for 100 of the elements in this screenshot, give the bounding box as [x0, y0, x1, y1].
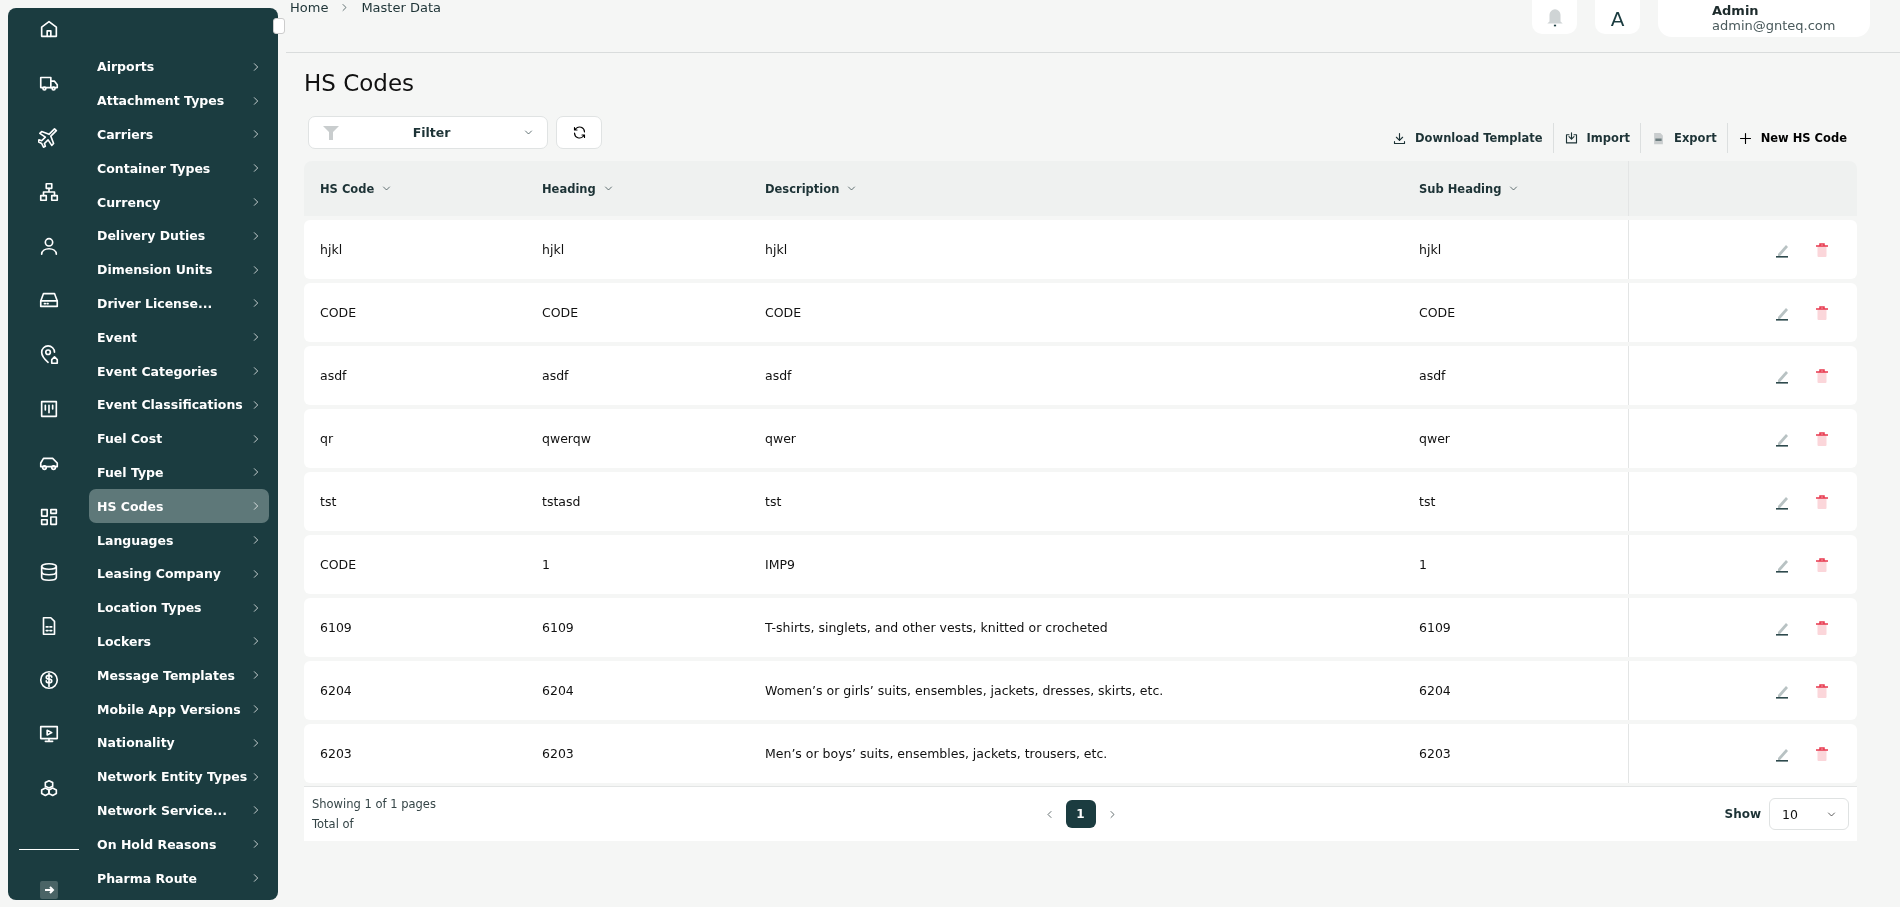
- column-header[interactable]: Description: [765, 181, 1419, 196]
- total-count: Total of: [312, 817, 355, 831]
- delete-button[interactable]: [1813, 618, 1831, 637]
- table-cell-text: Women’s or girls’ suits, ensembles, jackets, dresses, skirts, etc.: [765, 683, 1165, 698]
- table-cell-text: 6203: [1419, 746, 1452, 761]
- table-cell-text: hjkl: [542, 242, 566, 257]
- table-cell-text: 6109: [542, 620, 575, 635]
- chevron-right-icon: [251, 771, 261, 782]
- table-cell-text: asdf: [320, 368, 348, 383]
- sidebar-item[interactable]: Network Service...: [89, 793, 269, 828]
- sidebar-item[interactable]: Pharma Route: [89, 861, 269, 895]
- logout-icon[interactable]: [38, 880, 59, 900]
- sidebar-item[interactable]: Nationality: [89, 725, 269, 760]
- sidebar-item[interactable]: Event Classifications: [89, 387, 269, 422]
- page-button[interactable]: 1: [1065, 800, 1096, 828]
- table-cell-text: 6109: [1419, 620, 1452, 635]
- delete-button[interactable]: [1813, 744, 1831, 763]
- table-cell-text: Men’s or boys’ suits, ensembles, jackets, trousers, etc.: [765, 746, 1109, 761]
- chevron-right-icon: [251, 805, 261, 816]
- column-header[interactable]: Heading: [542, 181, 765, 196]
- chevron-right-icon: [251, 467, 261, 478]
- delete-button[interactable]: [1813, 303, 1831, 322]
- chevron-right-icon: [251, 230, 261, 241]
- chevron-right-icon: [251, 568, 261, 579]
- sidebar-item[interactable]: Message Templates: [89, 658, 269, 693]
- breadcrumb-link[interactable]: Home: [290, 0, 329, 15]
- sidebar-item[interactable]: Event: [89, 320, 269, 355]
- delete-button[interactable]: [1813, 429, 1831, 448]
- table-cell-text: 6203: [320, 746, 353, 761]
- language-button[interactable]: A: [1595, 0, 1640, 34]
- sidebar-item[interactable]: Event Categories: [89, 354, 269, 388]
- airplane-icon[interactable]: [37, 126, 60, 149]
- filter-dropdown[interactable]: Filter: [308, 116, 548, 149]
- chevron-right-icon: [251, 366, 261, 377]
- page-size-label: Show: [1724, 807, 1761, 821]
- table-cell-text: CODE: [542, 305, 580, 320]
- sidebar-item[interactable]: Lockers: [89, 624, 269, 659]
- chevron-down-icon: [1827, 809, 1836, 819]
- table-cell-text: qr: [320, 431, 335, 446]
- sidebar-item[interactable]: Fuel Type: [89, 455, 269, 490]
- sidebar-item[interactable]: Driver License...: [89, 286, 269, 321]
- sidebar-item[interactable]: Airports: [89, 50, 269, 84]
- chevron-right-icon: [251, 197, 261, 208]
- hierarchy-icon[interactable]: [37, 180, 60, 203]
- refresh-button[interactable]: [556, 116, 602, 149]
- chevron-down-icon: [847, 184, 857, 193]
- sidebar-item[interactable]: Delivery Duties: [89, 219, 269, 253]
- chevron-right-icon: [251, 737, 261, 748]
- table-cell-text: CODE: [1419, 305, 1457, 320]
- page-size-select[interactable]: 10: [1769, 798, 1849, 830]
- chevron-right-icon: [251, 264, 261, 275]
- table-cell-text: tst: [765, 494, 783, 509]
- sidebar-item[interactable]: Mobile App Versions: [89, 692, 269, 726]
- download-button[interactable]: Download Template: [1382, 123, 1553, 153]
- sidebar-item[interactable]: Languages: [89, 523, 269, 557]
- sidebar-item[interactable]: Attachment Types: [89, 83, 269, 118]
- import-button[interactable]: Import: [1553, 123, 1641, 153]
- table-cell-text: 6109: [320, 620, 353, 635]
- table-cell-text: tstasd: [542, 494, 582, 509]
- column-header[interactable]: Sub Heading: [1419, 181, 1628, 196]
- table-cell-text: 6203: [542, 746, 575, 761]
- user-profile[interactable]: Admin admin@gnteq.com: [1658, 0, 1870, 37]
- delete-button[interactable]: [1813, 681, 1831, 700]
- chevron-right-icon: [251, 433, 261, 444]
- chevron-down-icon: [603, 184, 613, 193]
- table-cell-text: 6204: [320, 683, 353, 698]
- dollar-icon[interactable]: [37, 669, 60, 692]
- sidebar-item[interactable]: Currency: [89, 185, 269, 219]
- sidebar-item[interactable]: On Hold Reasons: [89, 827, 269, 862]
- sidebar-item[interactable]: Dimension Units: [89, 252, 269, 287]
- chevron-right-icon: [251, 636, 261, 647]
- sidebar-item[interactable]: Leasing Company: [89, 556, 269, 591]
- chevron-right-icon: [251, 873, 261, 883]
- sidebar-item[interactable]: Network Entity Types: [89, 759, 269, 794]
- delete-button[interactable]: [1813, 240, 1831, 259]
- table-cell-text: qwer: [1419, 431, 1451, 446]
- column-header[interactable]: HS Code: [320, 181, 542, 196]
- table-cell-text: 6204: [1419, 683, 1452, 698]
- chevron-right-icon: [251, 501, 261, 512]
- sidebar-item[interactable]: Location Types: [89, 590, 269, 625]
- table-cell-text: tst: [320, 494, 338, 509]
- delete-button[interactable]: [1813, 366, 1831, 385]
- sidebar-item[interactable]: Container Types: [89, 151, 269, 186]
- chevron-down-icon: [382, 184, 392, 193]
- sidebar-item[interactable]: Fuel Cost: [89, 421, 269, 456]
- delete-button[interactable]: [1813, 492, 1831, 511]
- chevron-down-icon: [1509, 184, 1519, 193]
- sidebar-item[interactable]: HS Codes: [89, 489, 269, 524]
- new-button[interactable]: New HS Code: [1727, 123, 1857, 153]
- table-cell-text: 1: [1419, 557, 1428, 572]
- export-button[interactable]: Export: [1641, 123, 1727, 153]
- table-cell-text: tst: [1419, 494, 1437, 509]
- sidebar-item[interactable]: Carriers: [89, 117, 269, 152]
- collapse-toggle[interactable]: [273, 18, 285, 34]
- plus-icon: [1737, 130, 1753, 146]
- chevron-right-icon: [251, 298, 261, 309]
- breadcrumb-link[interactable]: Master Data: [361, 0, 441, 15]
- page-title: HS Codes: [304, 70, 416, 96]
- table-cell-text: qwerqw: [542, 431, 592, 446]
- delete-button[interactable]: [1813, 555, 1831, 574]
